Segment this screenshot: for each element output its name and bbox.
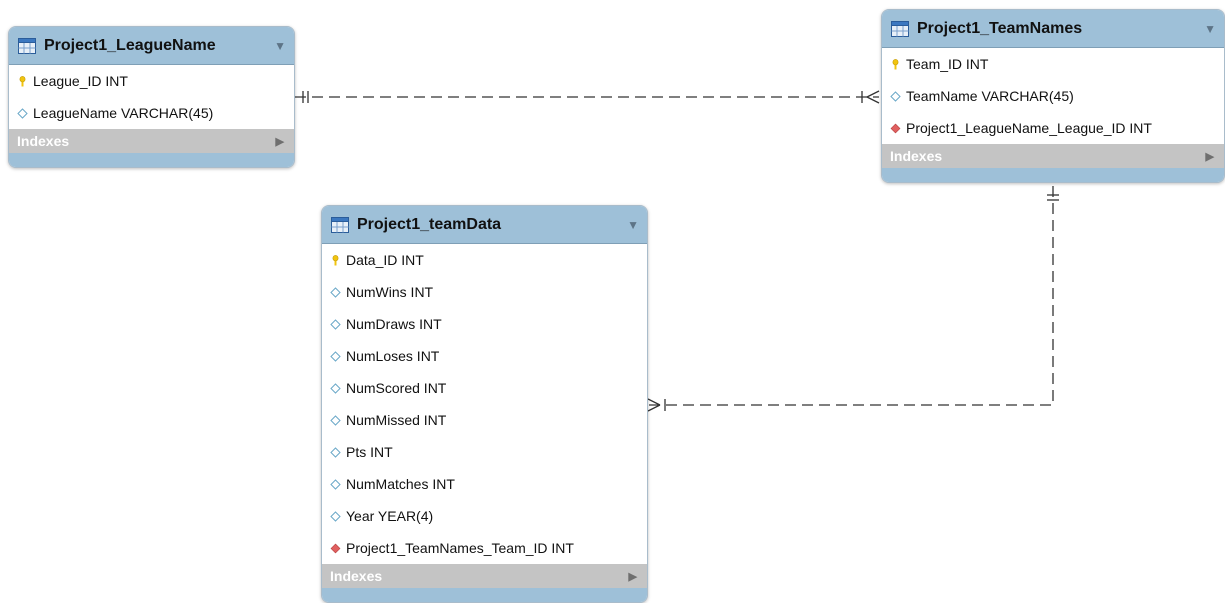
column-row[interactable]: Pts INT (322, 436, 647, 468)
column-label: LeagueName VARCHAR(45) (33, 105, 214, 121)
diamond-outline-icon (330, 286, 341, 298)
diamond-outline-icon (330, 350, 341, 362)
column-label: League_ID INT (33, 73, 128, 89)
indexes-bar[interactable]: Indexes ▶ (882, 144, 1224, 168)
column-row[interactable]: NumScored INT (322, 372, 647, 404)
table-project1-leaguename[interactable]: Project1_LeagueName ▼ League_ID INT Leagu… (8, 26, 295, 168)
diamond-outline-icon (330, 318, 341, 330)
table-icon (891, 20, 909, 37)
column-label: NumMatches INT (346, 476, 455, 492)
column-label: NumWins INT (346, 284, 434, 300)
column-row[interactable]: Project1_TeamNames_Team_ID INT (322, 532, 647, 564)
table-icon (331, 216, 349, 233)
column-label: Project1_LeagueName_League_ID INT (906, 120, 1152, 136)
table-footer (882, 168, 1224, 182)
crowfoot-upper (647, 398, 661, 406)
table-title: Project1_LeagueName (44, 36, 216, 54)
column-label: TeamName VARCHAR(45) (906, 88, 1074, 104)
column-row[interactable]: NumDraws INT (322, 308, 647, 340)
column-label: NumLoses INT (346, 348, 440, 364)
column-row[interactable]: NumMissed INT (322, 404, 647, 436)
indexes-label: Indexes (17, 133, 70, 149)
column-label: Year YEAR(4) (346, 508, 434, 524)
table-footer (9, 153, 294, 167)
diamond-outline-icon (890, 90, 901, 102)
column-list: League_ID INT LeagueName VARCHAR(45) (9, 65, 294, 129)
column-label: Pts INT (346, 444, 393, 460)
table-header[interactable]: Project1_teamData ▼ (322, 206, 647, 244)
table-footer (322, 588, 647, 602)
table-header[interactable]: Project1_LeagueName ▼ (9, 27, 294, 65)
column-row[interactable]: League_ID INT (9, 65, 294, 97)
column-row[interactable]: Year YEAR(4) (322, 500, 647, 532)
column-row[interactable]: LeagueName VARCHAR(45) (9, 97, 294, 129)
column-row[interactable]: Team_ID INT (882, 48, 1224, 80)
table-project1-teamnames[interactable]: Project1_TeamNames ▼ Team_ID INT TeamName… (881, 9, 1225, 183)
diamond-outline-icon (17, 107, 28, 119)
key-icon (892, 58, 899, 69)
triangle-down-icon[interactable]: ▼ (1204, 22, 1216, 36)
indexes-bar[interactable]: Indexes ▶ (322, 564, 647, 588)
column-row[interactable]: NumMatches INT (322, 468, 647, 500)
table-title: Project1_teamData (357, 215, 502, 233)
crowfoot-lower (866, 96, 880, 104)
column-label: Project1_TeamNames_Team_ID INT (346, 540, 574, 556)
column-row[interactable]: Data_ID INT (322, 244, 647, 276)
red-diamond-icon (330, 543, 341, 553)
triangle-down-icon[interactable]: ▼ (274, 39, 286, 53)
table-header[interactable]: Project1_TeamNames ▼ (882, 10, 1224, 48)
key-icon (19, 75, 26, 86)
column-row[interactable]: NumLoses INT (322, 340, 647, 372)
triangle-right-icon[interactable]: ▶ (1206, 150, 1214, 163)
crowfoot-lower (647, 404, 661, 412)
indexes-bar[interactable]: Indexes ▶ (9, 129, 294, 153)
table-icon (18, 37, 36, 54)
table-title: Project1_TeamNames (917, 19, 1083, 37)
crowfoot-upper (866, 90, 880, 98)
column-label: NumDraws INT (346, 316, 442, 332)
column-list: Data_ID INT NumWins INT NumDraws INT NumLos… (322, 244, 647, 564)
diamond-outline-icon (330, 446, 341, 458)
column-row[interactable]: NumWins INT (322, 276, 647, 308)
column-label: NumMissed INT (346, 412, 447, 428)
diamond-outline-icon (330, 382, 341, 394)
column-label: Data_ID INT (346, 252, 424, 268)
column-list: Team_ID INT TeamName VARCHAR(45) Project1_… (882, 48, 1224, 144)
relationship-league-teamnames[interactable] (295, 90, 880, 104)
column-row[interactable]: TeamName VARCHAR(45) (882, 80, 1224, 112)
column-label: Team_ID INT (906, 56, 989, 72)
relationship-teamnames-teamdata[interactable] (647, 186, 1059, 412)
triangle-right-icon[interactable]: ▶ (629, 570, 637, 583)
triangle-right-icon[interactable]: ▶ (276, 135, 284, 148)
table-project1-teamdata[interactable]: Project1_teamData ▼ Data_ID INT NumWins I… (321, 205, 648, 603)
indexes-label: Indexes (330, 568, 383, 584)
indexes-label: Indexes (890, 148, 943, 164)
column-label: NumScored INT (346, 380, 447, 396)
diamond-outline-icon (330, 414, 341, 426)
column-row[interactable]: Project1_LeagueName_League_ID INT (882, 112, 1224, 144)
red-diamond-icon (890, 123, 901, 133)
triangle-down-icon[interactable]: ▼ (627, 218, 639, 232)
diamond-outline-icon (330, 478, 341, 490)
diamond-outline-icon (330, 510, 341, 522)
key-icon (332, 254, 339, 265)
